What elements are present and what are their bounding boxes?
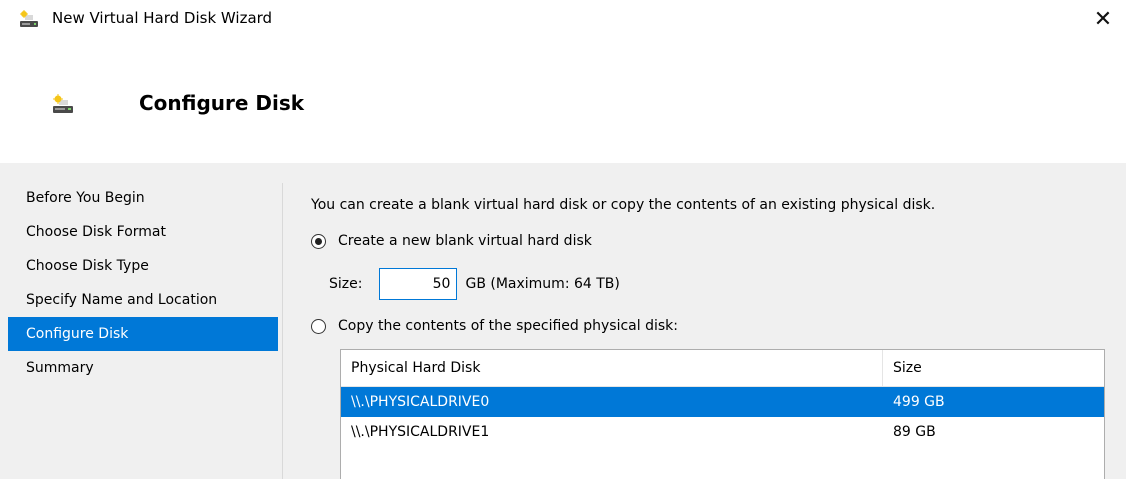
physical-disk-table[interactable]: Physical Hard Disk Size \\.\PHYSICALDRIV… xyxy=(340,349,1105,479)
nav-item-choose-disk-format[interactable]: Choose Disk Format xyxy=(8,215,278,249)
nav-item-configure-disk[interactable]: Configure Disk xyxy=(8,317,278,351)
column-header-physical-hard-disk[interactable]: Physical Hard Disk xyxy=(341,350,883,386)
disk-size-cell: 499 GB xyxy=(893,394,945,410)
radio-copy-physical-disk[interactable] xyxy=(311,318,326,334)
disk-name-cell: \\.\PHYSICALDRIVE1 xyxy=(351,424,490,440)
close-button[interactable]: ✕ xyxy=(1080,0,1126,40)
size-unit-label: GB (Maximum: 64 TB) xyxy=(465,276,620,292)
table-header: Physical Hard Disk Size xyxy=(341,350,1104,387)
disk-size-cell: 89 GB xyxy=(893,424,936,440)
sidebar-divider xyxy=(282,183,283,479)
virtual-disk-icon xyxy=(20,10,38,27)
option-copy-physical-disk-label: Copy the contents of the specified physi… xyxy=(338,318,678,334)
nav-item-before-you-begin[interactable]: Before You Begin xyxy=(8,181,278,215)
table-row[interactable]: \\.\PHYSICALDRIVE1 89 GB xyxy=(341,417,1104,447)
configure-disk-panel: You can create a blank virtual hard disk… xyxy=(311,163,1126,479)
option-new-blank-disk[interactable]: Create a new blank virtual hard disk xyxy=(311,233,592,249)
nav-item-summary[interactable]: Summary xyxy=(8,351,278,385)
wizard-content: Before You Begin Choose Disk Format Choo… xyxy=(0,163,1126,479)
radio-new-blank-disk[interactable] xyxy=(311,233,326,249)
size-label: Size: xyxy=(329,276,363,292)
size-row: Size: GB (Maximum: 64 TB) xyxy=(329,268,620,300)
close-icon: ✕ xyxy=(1093,7,1113,32)
page-title: Configure Disk xyxy=(139,91,305,115)
option-new-blank-disk-label: Create a new blank virtual hard disk xyxy=(338,233,592,249)
virtual-disk-icon xyxy=(53,94,73,113)
wizard-steps-nav: Before You Begin Choose Disk Format Choo… xyxy=(8,181,278,385)
title-bar: New Virtual Hard Disk Wizard ✕ xyxy=(0,0,1126,40)
size-input[interactable] xyxy=(379,268,458,300)
intro-text: You can create a blank virtual hard disk… xyxy=(311,197,936,213)
column-header-size[interactable]: Size xyxy=(883,350,1104,386)
window-title: New Virtual Hard Disk Wizard xyxy=(52,9,273,27)
table-row[interactable]: \\.\PHYSICALDRIVE0 499 GB xyxy=(341,387,1104,417)
nav-item-choose-disk-type[interactable]: Choose Disk Type xyxy=(8,249,278,283)
disk-name-cell: \\.\PHYSICALDRIVE0 xyxy=(351,394,490,410)
option-copy-physical-disk[interactable]: Copy the contents of the specified physi… xyxy=(311,318,678,334)
nav-item-specify-name-location[interactable]: Specify Name and Location xyxy=(8,283,278,317)
